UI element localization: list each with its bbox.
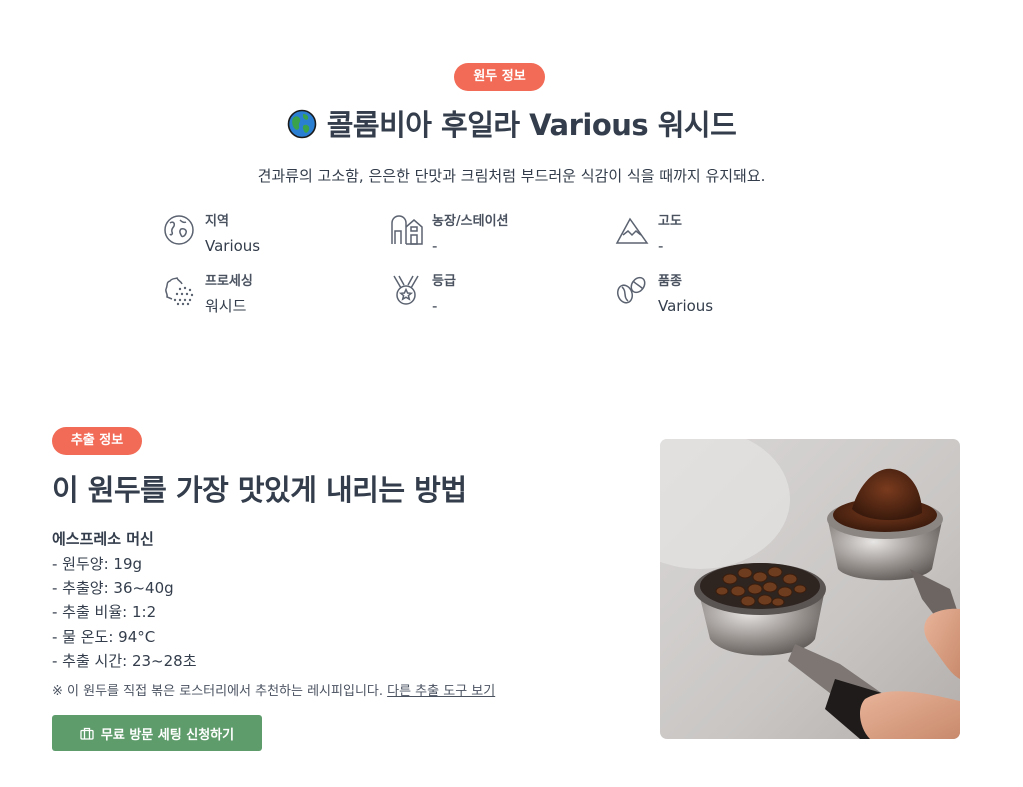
free-visit-setup-button[interactable]: 무료 방문 세팅 신청하기 xyxy=(52,715,262,751)
spec-label: 프로세싱 xyxy=(205,274,253,289)
spec-label: 고도 xyxy=(658,214,682,229)
farm-icon xyxy=(391,215,423,245)
brew-step: - 추출 시간: 23~28초 xyxy=(52,651,197,670)
spec-value: - xyxy=(658,237,664,255)
spec-processing: 프로세싱 워시드 xyxy=(162,273,253,317)
brew-step: - 추출양: 36~40g xyxy=(52,579,174,598)
other-brew-tools-link[interactable]: 다른 추출 도구 보기 xyxy=(387,684,495,699)
brew-step: - 추출 비율: 1:2 xyxy=(52,603,157,622)
spec-farm: 농장/스테이션 - xyxy=(389,213,509,257)
bean-title-text: 콜롬비아 후일라 Various 워시드 xyxy=(326,108,737,142)
brew-method: 에스프레소 머신 xyxy=(52,530,154,548)
brew-step: - 물 온도: 94°C xyxy=(52,627,156,646)
briefcase-icon xyxy=(80,727,94,740)
brew-note-text: ※ 이 원두를 직접 볶은 로스터리에서 추천하는 레시피입니다. xyxy=(52,684,388,699)
globe-emoji-icon xyxy=(287,109,317,139)
spec-value: - xyxy=(432,237,438,255)
spec-label: 등급 xyxy=(432,274,456,289)
bean-description: 견과류의 고소함, 은은한 단맛과 크림처럼 부드러운 식감이 식을 때까지 유… xyxy=(257,167,766,185)
spec-region: 지역 Various xyxy=(162,213,260,257)
bean-title: 콜롬비아 후일라 Various 워시드 xyxy=(0,102,1023,144)
cta-label: 무료 방문 세팅 신청하기 xyxy=(100,727,235,743)
spec-value: Various xyxy=(658,297,714,315)
spec-value: Various xyxy=(205,237,261,255)
spec-value: 워시드 xyxy=(205,297,247,315)
brew-step: - 원두양: 19g xyxy=(52,555,143,573)
espresso-portafilter-photo xyxy=(660,439,960,739)
spec-altitude: 고도 - xyxy=(615,213,682,257)
bean-info-badge: 원두 정보 xyxy=(454,63,545,91)
mountain-icon xyxy=(615,217,649,244)
spec-label: 지역 xyxy=(205,214,229,229)
medal-icon xyxy=(393,275,419,305)
globe-icon xyxy=(164,215,194,245)
brew-steps: - 원두양: 19g - 추출양: 36~40g - 추출 비율: 1:2 - … xyxy=(52,552,197,673)
spec-value: - xyxy=(432,297,438,315)
spec-variety: 품종 Various xyxy=(615,273,713,317)
spec-grade: 등급 - xyxy=(389,273,456,317)
spec-label: 농장/스테이션 xyxy=(432,214,509,229)
process-icon xyxy=(165,276,194,306)
brew-note: ※ 이 원두를 직접 볶은 로스터리에서 추천하는 레시피입니다. 다른 추출 … xyxy=(52,680,495,699)
brew-info-badge: 추출 정보 xyxy=(52,427,142,455)
spec-label: 품종 xyxy=(658,274,682,289)
brew-title: 이 원두를 가장 맛있게 내리는 방법 xyxy=(52,473,467,507)
bean-icon xyxy=(616,276,646,304)
